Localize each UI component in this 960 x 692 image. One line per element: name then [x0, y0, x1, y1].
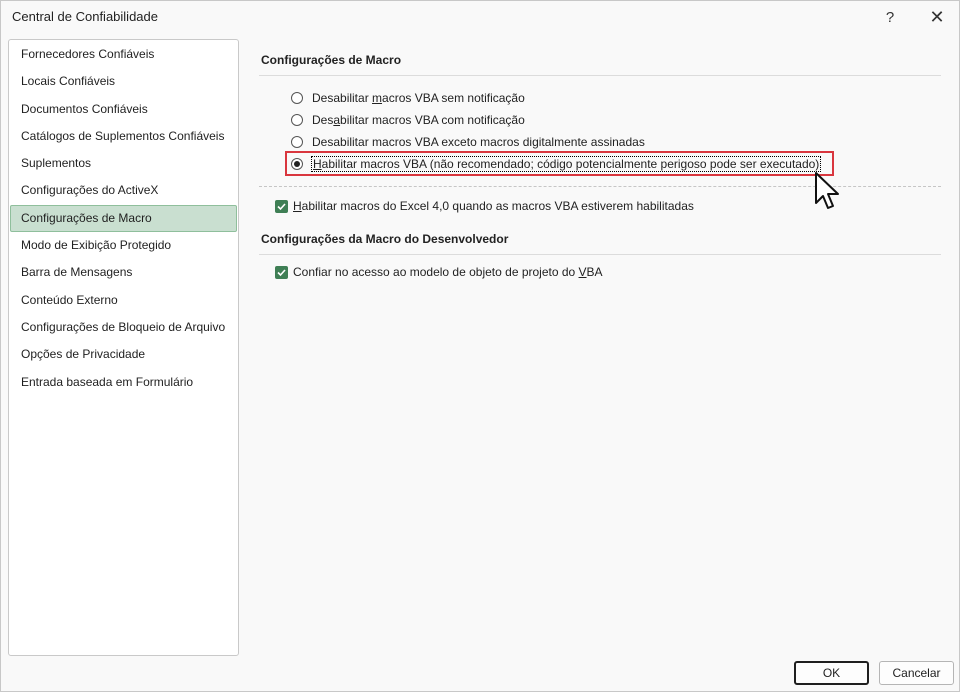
- checkbox-checked-icon[interactable]: [275, 265, 288, 279]
- main-panel: Configurações de Macro Desabilitar macro…: [259, 41, 941, 641]
- radio-disable-without-notification[interactable]: Desabilitar macros VBA sem notificação: [291, 88, 525, 108]
- checkbox-label: Habilitar macros do Excel 4,0 quando as …: [293, 199, 694, 213]
- radio-label: Habilitar macros VBA (não recomendado; c…: [310, 156, 822, 172]
- title-bar: Central de Confiabilidade ? ✕: [1, 1, 959, 35]
- sidebar-item-macro-settings[interactable]: Configurações de Macro: [10, 204, 237, 233]
- cancel-button[interactable]: Cancelar: [879, 661, 954, 685]
- sidebar-item-trusted-locations[interactable]: Locais Confiáveis: [10, 68, 237, 95]
- sidebar-item-protected-view[interactable]: Modo de Exibição Protegido: [10, 232, 237, 259]
- checkbox-trust-vba-object-model[interactable]: Confiar no acesso ao modelo de objeto de…: [275, 262, 603, 282]
- sidebar-item-message-bar[interactable]: Barra de Mensagens: [10, 259, 237, 286]
- dialog-title: Central de Confiabilidade: [12, 9, 158, 24]
- checkbox-checked-icon[interactable]: [275, 199, 288, 213]
- checkbox-label: Confiar no acesso ao modelo de objeto de…: [293, 265, 603, 279]
- sidebar-item-external-content[interactable]: Conteúdo Externo: [10, 287, 237, 314]
- radio-button[interactable]: [291, 92, 303, 104]
- sidebar-item-trusted-publishers[interactable]: Fornecedores Confiáveis: [10, 41, 237, 68]
- close-icon: ✕: [929, 6, 945, 27]
- radio-disable-with-notification[interactable]: Desabilitar macros VBA com notificação: [291, 110, 525, 130]
- radio-enable-all-macros[interactable]: Habilitar macros VBA (não recomendado; c…: [291, 154, 822, 174]
- radio-disable-except-signed[interactable]: Desabilitar macros VBA exceto macros dig…: [291, 132, 645, 152]
- radio-label: Desabilitar macros VBA exceto macros dig…: [312, 135, 645, 149]
- macro-settings-heading: Configurações de Macro: [261, 53, 402, 67]
- radio-button[interactable]: [291, 114, 303, 126]
- trust-center-dialog: Central de Confiabilidade ? ✕ Fornecedor…: [0, 0, 960, 692]
- close-button[interactable]: ✕: [923, 5, 951, 29]
- sidebar-item-file-block-settings[interactable]: Configurações de Bloqueio de Arquivo: [10, 314, 237, 341]
- sidebar-item-trusted-addin-catalogs[interactable]: Catálogos de Suplementos Confiáveis: [10, 123, 237, 150]
- radio-button[interactable]: [291, 136, 303, 148]
- sidebar-item-privacy-options[interactable]: Opções de Privacidade: [10, 341, 237, 368]
- radio-button-selected[interactable]: [291, 158, 303, 170]
- radio-label: Desabilitar macros VBA com notificação: [312, 113, 525, 127]
- sidebar: Fornecedores Confiáveis Locais Confiávei…: [8, 39, 239, 656]
- radio-label: Desabilitar macros VBA sem notificação: [312, 91, 525, 105]
- ok-button[interactable]: OK: [794, 661, 869, 685]
- checkbox-enable-excel4-macros[interactable]: Habilitar macros do Excel 4,0 quando as …: [275, 196, 694, 216]
- help-button[interactable]: ?: [876, 5, 904, 29]
- sidebar-item-activex-settings[interactable]: Configurações do ActiveX: [10, 177, 237, 204]
- help-icon: ?: [885, 8, 895, 26]
- developer-settings-heading: Configurações da Macro do Desenvolvedor: [261, 232, 509, 246]
- heading-divider: [259, 75, 941, 76]
- heading-divider: [259, 254, 941, 255]
- sidebar-item-trusted-documents[interactable]: Documentos Confiáveis: [10, 96, 237, 123]
- mouse-pointer-icon: [815, 172, 839, 209]
- sidebar-item-addins[interactable]: Suplementos: [10, 150, 237, 177]
- sidebar-item-form-based-signin[interactable]: Entrada baseada em Formulário: [10, 369, 237, 396]
